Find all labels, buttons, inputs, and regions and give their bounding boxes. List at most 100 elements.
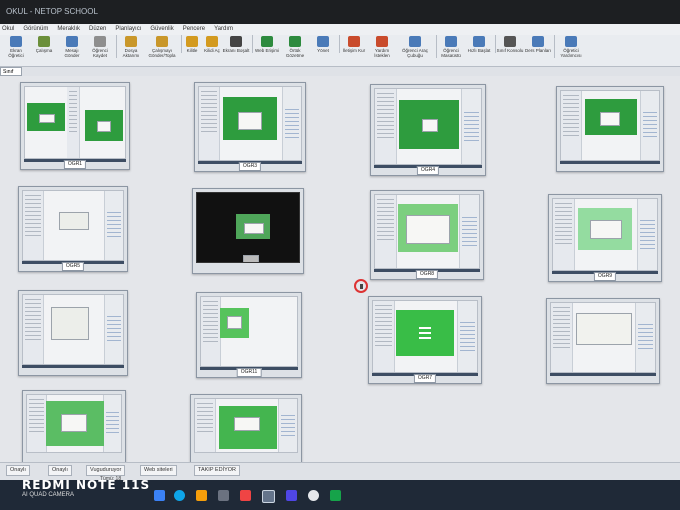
student-thumbnail[interactable] [556,86,664,172]
thumbnail-screen [26,394,122,453]
menu-item-guvenlik[interactable]: Güvenlik [150,24,173,35]
menu-bar: Okul Görünüm Meraklık Düzen Planlayıcı G… [0,24,680,35]
app-icon[interactable] [286,490,297,501]
thumbnail-sidebar [67,87,80,158]
thumbnail-sidebar [553,199,575,270]
toolbar-btn-web-access[interactable]: Web Erişimi [252,35,281,53]
toolbar-btn-record[interactable]: Öğrenci Kaydet [86,35,114,58]
chat-icon [348,36,360,47]
student-thumbnail[interactable]: OGR3 [194,82,306,172]
app-icon[interactable] [218,490,229,501]
thumbnail-screen [374,194,480,269]
toolbar-btn-class-console[interactable]: Sınıf Konsolu [495,35,524,53]
help-icon [376,36,388,47]
student-thumbnail[interactable]: OGR4 [370,84,486,176]
edge-icon[interactable] [174,490,185,501]
thumbnail-screen [198,86,302,161]
windows-start-icon[interactable] [154,490,165,501]
thumbnail-screen [372,300,478,373]
toolbar-btn-monitor[interactable]: Örtük Gözetme [281,35,309,58]
thumbnail-right-panel [104,295,123,364]
toolbar-btn-student-desktop[interactable]: Öğrenci Masaüstü [436,35,465,58]
toolbar-btn-tutor-assistant[interactable]: Öğretici Yardımcısı [554,35,587,58]
toolbar-btn-quick-start[interactable]: Hızlı Başlat [465,35,493,53]
thumbnail-dialog [59,211,89,231]
status-item[interactable]: TAKIP EDİYOR [194,465,241,476]
thumbnail-dialog [237,111,263,130]
menu-item-okul[interactable]: Okul [2,24,14,35]
thumbnail-dialog [226,316,243,330]
thumbnail-right-panel [457,301,477,372]
menu-item-yardim[interactable]: Yardım [214,24,233,35]
student-thumbnail[interactable] [546,298,660,384]
status-item[interactable]: Onaylı [6,465,30,476]
student-thumbnail[interactable]: OGR8 [370,190,484,280]
thumbnail-screen [374,88,482,165]
title-bar: OKUL - NETOP SCHOOL [0,0,680,24]
toolbar-btn-manage[interactable]: Yönet [309,35,337,53]
student-thumbnail[interactable]: OGR9 [548,194,662,282]
toolbar-btn-blank-screen[interactable]: Ekranı Boşalt [222,35,250,53]
status-item[interactable]: Onaylı [48,465,72,476]
student-thumbnail[interactable]: OGR11 [196,292,302,378]
lock-icon [186,36,198,47]
toolbar-btn-help-request[interactable]: Yardım İsteklen [368,35,396,58]
menu-item-gorunum[interactable]: Görünüm [23,24,48,35]
thumbnail-right-panel [104,191,123,260]
toolbar-btn-student-toolbar[interactable]: Öğrenci Araç Çubuğu [396,35,434,58]
thumbnail-right-panel [635,303,655,372]
file-explorer-icon[interactable] [196,490,207,501]
netop-taskbar-icon[interactable] [262,490,275,503]
tab-strip: Sınıf [0,67,680,76]
menu-item-duzen[interactable]: Düzen [89,24,106,35]
toolbar-btn-lesson-plans[interactable]: Ders Planları [524,35,552,53]
thumbnail-sidebar [561,91,582,160]
student-thumbnail[interactable] [190,394,302,464]
thumbnail-caption: OGR9 [593,272,617,281]
student-thumbnail[interactable]: OGR7 [368,296,482,384]
desktop-screen: OKUL - NETOP SCHOOL Okul Görünüm Meraklı… [0,0,680,510]
thumbnail-sidebar [199,87,221,160]
toolbar-btn-communicate[interactable]: İletişim Kur [339,35,368,53]
student-thumbnail[interactable] [22,390,126,464]
student-thumbnail[interactable]: OGR1 [20,82,130,170]
toolbar-btn-unlock[interactable]: Kilidi Aç [202,35,222,53]
toolbar-btn-message[interactable]: Mesajı Gönder [58,35,86,58]
menu-item-pencere[interactable]: Pencere [183,24,205,35]
thumbnail-right-panel [277,399,297,452]
thumbnail-dialog [406,215,450,244]
thumbnail-screen [194,398,298,453]
chrome-icon[interactable] [308,490,319,501]
thumbnail-dialog [233,417,261,431]
app-icon[interactable] [240,490,251,501]
toolbar-btn-send-collect[interactable]: Çalışmayı Gönder/Topla [145,35,179,58]
app-icon[interactable] [330,490,341,501]
hamburger-lines [418,326,432,341]
toolbar-btn-work[interactable]: Çalışma [30,35,58,53]
student-thumbnail[interactable] [18,290,128,376]
desktop-icon [445,36,457,47]
thumbnail-dialog [421,119,439,132]
thumbnail-screen [196,192,300,263]
student-thumbnail[interactable] [192,188,304,274]
menu-item-meraklik[interactable]: Meraklık [57,24,80,35]
thumbnail-screen [552,198,658,271]
status-item[interactable]: Vuguduruyor [86,465,126,476]
thumbnail-dialog [575,312,633,346]
message-icon [66,36,78,47]
thumbnail-caption: OGR5 [61,262,85,271]
student-thumbnail[interactable]: OGR5 [18,186,128,272]
puzzle-icon [532,36,544,47]
status-item[interactable]: Web siteleri [140,465,177,476]
thumbnail-sidebar [375,195,397,268]
toolbar-btn-screen-tutor[interactable]: Ekran Öğretici [2,35,30,58]
tab-sinif[interactable]: Sınıf [0,67,22,76]
blank-screen-icon [230,36,242,47]
thumbnail-dialog [60,414,88,433]
toolbar-btn-lock[interactable]: Kilitle [181,35,202,53]
toolbar-btn-file-transfer[interactable]: Dosya Aktarımı [116,35,145,58]
run-icon [473,36,485,47]
assistant-icon [565,36,577,47]
camera-watermark-sub: AI QUAD CAMERA [22,492,75,498]
menu-item-planlayici[interactable]: Planlayıcı [115,24,141,35]
